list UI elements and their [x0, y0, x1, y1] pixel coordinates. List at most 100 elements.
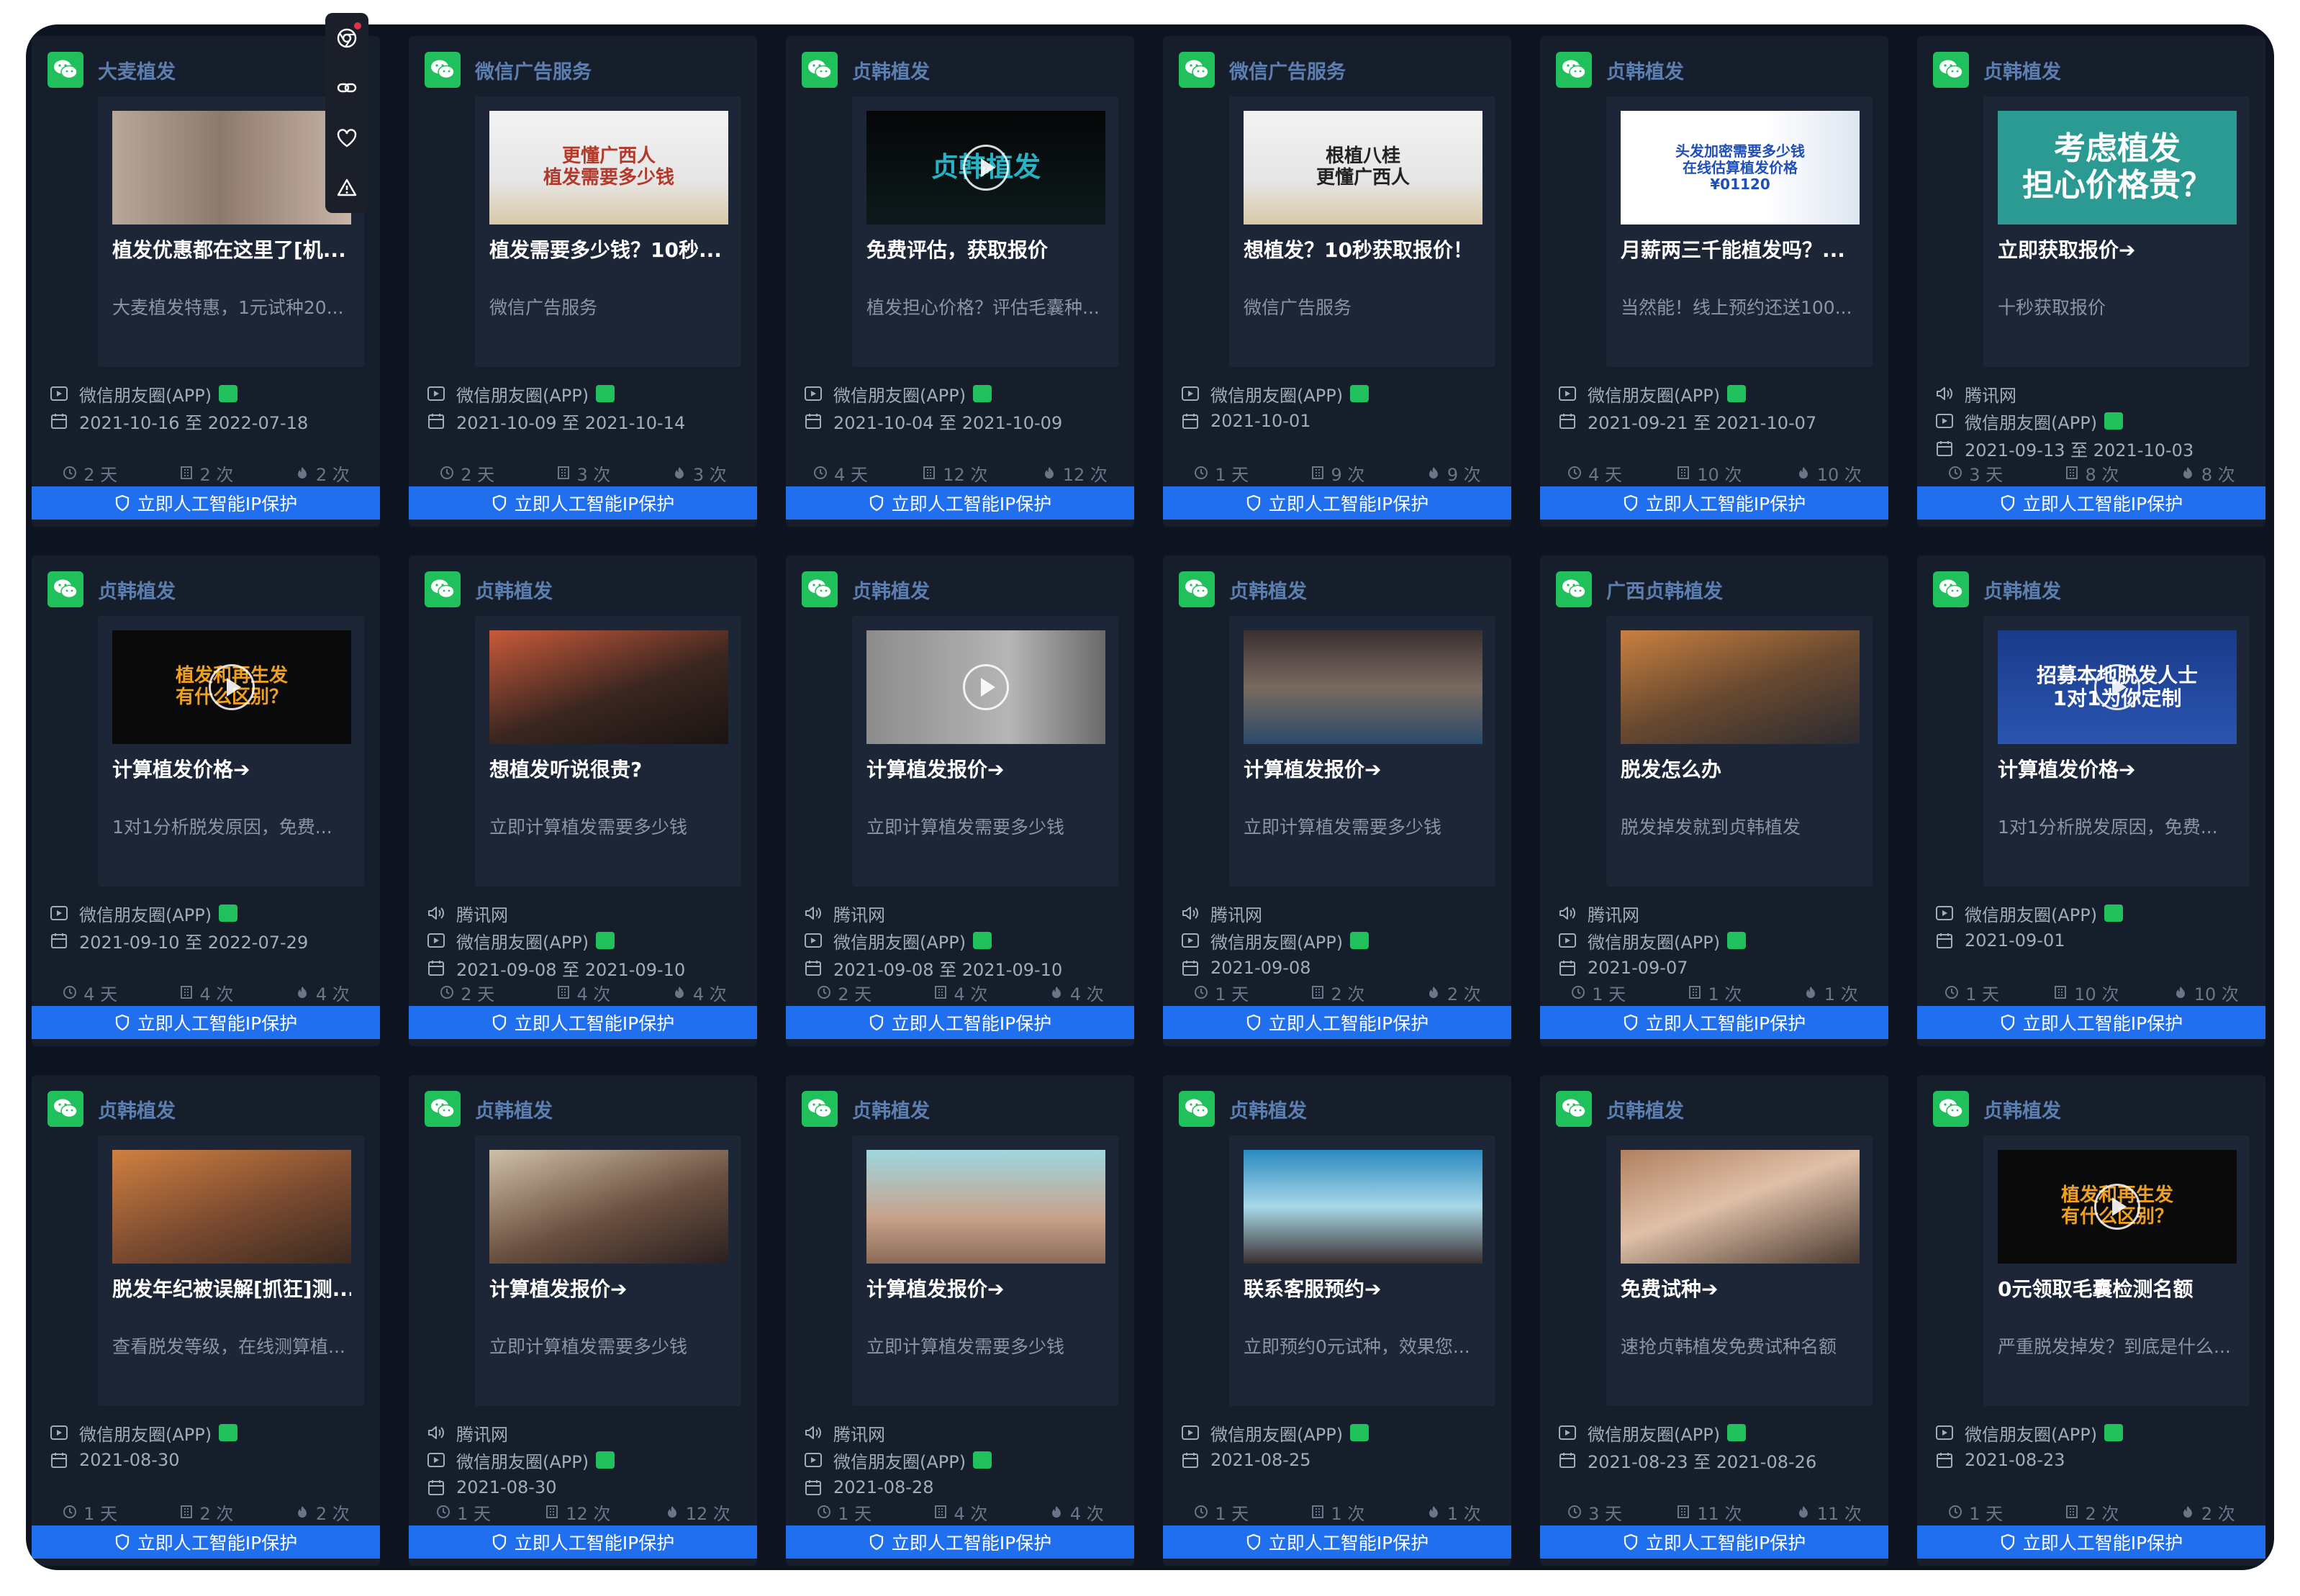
- ip-protect-button[interactable]: 立即人工智能IP保护: [1540, 1525, 1888, 1559]
- ip-protect-button[interactable]: 立即人工智能IP保护: [32, 1525, 380, 1559]
- meta-text: 微信朋友圈(APP): [1965, 1424, 2098, 1445]
- ad-thumbnail[interactable]: 招募本地脱发人士 1对1为你定制: [1998, 630, 2237, 744]
- ip-protect-button[interactable]: 立即人工智能IP保护: [409, 1006, 757, 1039]
- shield-icon: [1624, 1014, 1637, 1031]
- ad-card[interactable]: 贞韩植发 植发和再生发 有什么区别？ 计算植发价格➔ 1对1分析脱发原因，免费.…: [32, 556, 380, 1046]
- ad-card[interactable]: 贞韩植发 免费试种➔ 速抢贞韩植发免费试种名额 微信朋友圈(APP) 2021-0…: [1540, 1075, 1888, 1566]
- ip-protect-button[interactable]: 立即人工智能IP保护: [1917, 1006, 2265, 1039]
- ip-protect-button[interactable]: 立即人工智能IP保护: [1917, 486, 2265, 520]
- ad-creative[interactable]: 想植发听说很贵? 立即计算植发需要多少钱: [475, 616, 741, 887]
- ip-protect-button[interactable]: 立即人工智能IP保护: [786, 1525, 1134, 1559]
- ad-creative[interactable]: 根植八桂 更懂广西人 想植发？10秒获取报价！ 微信广告服务: [1229, 96, 1495, 367]
- ad-thumbnail[interactable]: [489, 1150, 728, 1264]
- ip-protect-button[interactable]: 立即人工智能IP保护: [1163, 1006, 1511, 1039]
- ad-thumbnail[interactable]: [112, 111, 351, 225]
- clock-icon: [440, 466, 454, 479]
- ad-thumbnail[interactable]: [866, 1150, 1105, 1264]
- ip-protect-button[interactable]: 立即人工智能IP保护: [1163, 486, 1511, 520]
- ad-creative[interactable]: 贞韩植发 免费评估，获取报价 植发担心价格？评估毛囊种...: [852, 96, 1118, 367]
- wechat-badge-icon: [219, 1424, 238, 1441]
- ad-card[interactable]: 贞韩植发 计算植发报价➔ 立即计算植发需要多少钱 腾讯网 微信朋友圈(APP) 20…: [786, 1075, 1134, 1566]
- ad-creative[interactable]: 植发和再生发 有什么区别？ 计算植发价格➔ 1对1分析脱发原因，免费...: [98, 616, 364, 887]
- ip-protect-button[interactable]: 立即人工智能IP保护: [32, 486, 380, 520]
- ad-card[interactable]: 广西贞韩植发 脱发怎么办 脱发掉发就到贞韩植发 腾讯网 微信朋友圈(APP) 202…: [1540, 556, 1888, 1046]
- ad-card[interactable]: 贞韩植发 招募本地脱发人士 1对1为你定制 计算植发价格➔ 1对1分析脱发原因，…: [1917, 556, 2265, 1046]
- ad-thumbnail[interactable]: [1244, 1150, 1482, 1264]
- ad-creative[interactable]: 更懂广西人 植发需要多少钱 植发需要多少钱？10秒... 微信广告服务: [475, 96, 741, 367]
- ad-description: 查看脱发等级，在线测算植...: [112, 1336, 345, 1357]
- stat-impressions: 12 次: [544, 1500, 610, 1525]
- ad-creative[interactable]: 植发和再生发 有什么区别？ 0元领取毛囊检测名额 严重脱发掉发？到底是什么...: [1983, 1135, 2250, 1406]
- ad-thumbnail[interactable]: [489, 630, 728, 744]
- ad-thumbnail[interactable]: [1244, 630, 1482, 744]
- play-button[interactable]: [2094, 664, 2140, 710]
- ip-protect-button[interactable]: 立即人工智能IP保护: [1163, 1525, 1511, 1559]
- ad-thumbnail[interactable]: [866, 630, 1105, 744]
- ad-creative[interactable]: 植发优惠都在这里了[机... 大麦植发特惠，1元试种20...: [98, 96, 364, 367]
- advertiser-name: 微信广告服务: [1229, 60, 1346, 83]
- ip-protect-button[interactable]: 立即人工智能IP保护: [786, 486, 1134, 520]
- meta-text: 腾讯网: [833, 1424, 885, 1445]
- ad-card[interactable]: 贞韩植发 计算植发报价➔ 立即计算植发需要多少钱 腾讯网 微信朋友圈(APP) 20…: [1163, 556, 1511, 1046]
- ad-card[interactable]: 贞韩植发 想植发听说很贵? 立即计算植发需要多少钱 腾讯网 微信朋友圈(APP) 2…: [409, 556, 757, 1046]
- link-icon[interactable]: [332, 73, 361, 102]
- ip-protect-button[interactable]: 立即人工智能IP保护: [1540, 486, 1888, 520]
- ad-card[interactable]: 微信广告服务 更懂广西人 植发需要多少钱 植发需要多少钱？10秒... 微信广告…: [409, 36, 757, 527]
- ad-card[interactable]: 微信广告服务 根植八桂 更懂广西人 想植发？10秒获取报价！ 微信广告服务 微信…: [1163, 36, 1511, 527]
- ad-card[interactable]: 贞韩植发 脱发年纪被误解[抓狂]测... 查看脱发等级，在线测算植... 微信朋…: [32, 1075, 380, 1566]
- ip-protect-button[interactable]: 立即人工智能IP保护: [1917, 1525, 2265, 1559]
- chrome-icon[interactable]: [332, 22, 361, 53]
- ip-protect-button[interactable]: 立即人工智能IP保护: [409, 486, 757, 520]
- ip-protect-button[interactable]: 立即人工智能IP保护: [409, 1525, 757, 1559]
- flame-icon: [2183, 467, 2192, 479]
- ad-thumbnail[interactable]: 贞韩植发: [866, 111, 1105, 225]
- ad-card[interactable]: 贞韩植发 考虑植发 担心价格贵？ 立即获取报价➔ 十秒获取报价 腾讯网 微信朋友圈…: [1917, 36, 2265, 527]
- ad-card[interactable]: 贞韩植发 计算植发报价➔ 立即计算植发需要多少钱 腾讯网 微信朋友圈(APP) 20…: [409, 1075, 757, 1566]
- ad-headline: 免费试种➔: [1621, 1277, 1719, 1301]
- ad-creative[interactable]: 脱发怎么办 脱发掉发就到贞韩植发: [1606, 616, 1873, 887]
- ad-card[interactable]: 贞韩植发 头发加密需要多少钱 在线估算植发价格 ¥01120 月薪两三千能植发吗…: [1540, 36, 1888, 527]
- ad-thumbnail[interactable]: [1621, 630, 1860, 744]
- ad-card[interactable]: 贞韩植发 植发和再生发 有什么区别？ 0元领取毛囊检测名额 严重脱发掉发？到底是…: [1917, 1075, 2265, 1566]
- stat-days: 2 天: [439, 461, 494, 486]
- ad-thumbnail[interactable]: 头发加密需要多少钱 在线估算植发价格 ¥01120: [1621, 111, 1860, 225]
- ad-thumbnail[interactable]: 更懂广西人 植发需要多少钱: [489, 111, 728, 225]
- building-icon: [557, 986, 569, 999]
- ad-creative[interactable]: 免费试种➔ 速抢贞韩植发免费试种名额: [1606, 1135, 1873, 1406]
- ad-creative[interactable]: 招募本地脱发人士 1对1为你定制 计算植发价格➔ 1对1分析脱发原因，免费...: [1983, 616, 2250, 887]
- ad-meta: 微信朋友圈(APP) 2021-08-25: [1180, 1419, 1497, 1474]
- advertiser-name: 贞韩植发: [475, 580, 553, 603]
- clock-icon: [818, 1505, 831, 1518]
- ad-thumbnail[interactable]: [1621, 1150, 1860, 1264]
- video-icon: [426, 384, 446, 404]
- ip-protect-button[interactable]: 立即人工智能IP保护: [786, 1006, 1134, 1039]
- play-button[interactable]: [2094, 1184, 2140, 1230]
- ad-creative[interactable]: 联系客服预约➔ 立即预约0元试种，效果您...: [1229, 1135, 1495, 1406]
- ad-thumbnail[interactable]: [112, 1150, 351, 1264]
- ad-thumbnail[interactable]: 考虑植发 担心价格贵？: [1998, 111, 2237, 225]
- ad-card[interactable]: 贞韩植发 联系客服预约➔ 立即预约0元试种，效果您... 微信朋友圈(APP) 2…: [1163, 1075, 1511, 1566]
- ad-creative[interactable]: 脱发年纪被误解[抓狂]测... 查看脱发等级，在线测算植...: [98, 1135, 364, 1406]
- ad-card[interactable]: 贞韩植发 计算植发报价➔ 立即计算植发需要多少钱 腾讯网 微信朋友圈(APP) 20…: [786, 556, 1134, 1046]
- ad-creative[interactable]: 计算植发报价➔ 立即计算植发需要多少钱: [1229, 616, 1495, 887]
- play-button[interactable]: [963, 664, 1009, 710]
- ip-protect-button[interactable]: 立即人工智能IP保护: [32, 1006, 380, 1039]
- ad-creative[interactable]: 头发加密需要多少钱 在线估算植发价格 ¥01120 月薪两三千能植发吗？... …: [1606, 96, 1873, 367]
- ad-creative[interactable]: 计算植发报价➔ 立即计算植发需要多少钱: [475, 1135, 741, 1406]
- ad-creative[interactable]: 计算植发报价➔ 立即计算植发需要多少钱: [852, 616, 1118, 887]
- ad-description: 植发担心价格？评估毛囊种...: [866, 297, 1100, 318]
- ad-thumbnail[interactable]: 植发和再生发 有什么区别？: [112, 630, 351, 744]
- ad-thumbnail[interactable]: 植发和再生发 有什么区别？: [1998, 1150, 2237, 1264]
- video-icon: [49, 903, 69, 923]
- wechat-icon: [1556, 571, 1592, 607]
- play-button[interactable]: [963, 145, 1009, 191]
- ad-card[interactable]: 贞韩植发 贞韩植发 免费评估，获取报价 植发担心价格？评估毛囊种... 微信朋友…: [786, 36, 1134, 527]
- ad-creative[interactable]: 考虑植发 担心价格贵？ 立即获取报价➔ 十秒获取报价: [1983, 96, 2250, 367]
- warning-icon[interactable]: [332, 173, 361, 202]
- ad-creative[interactable]: 计算植发报价➔ 立即计算植发需要多少钱: [852, 1135, 1118, 1406]
- heart-icon[interactable]: [332, 124, 361, 153]
- ip-protect-button[interactable]: 立即人工智能IP保护: [1540, 1006, 1888, 1039]
- date-range: 2021-10-16 至 2022-07-18: [49, 407, 366, 435]
- play-button[interactable]: [209, 664, 255, 710]
- ad-thumbnail[interactable]: 根植八桂 更懂广西人: [1244, 111, 1482, 225]
